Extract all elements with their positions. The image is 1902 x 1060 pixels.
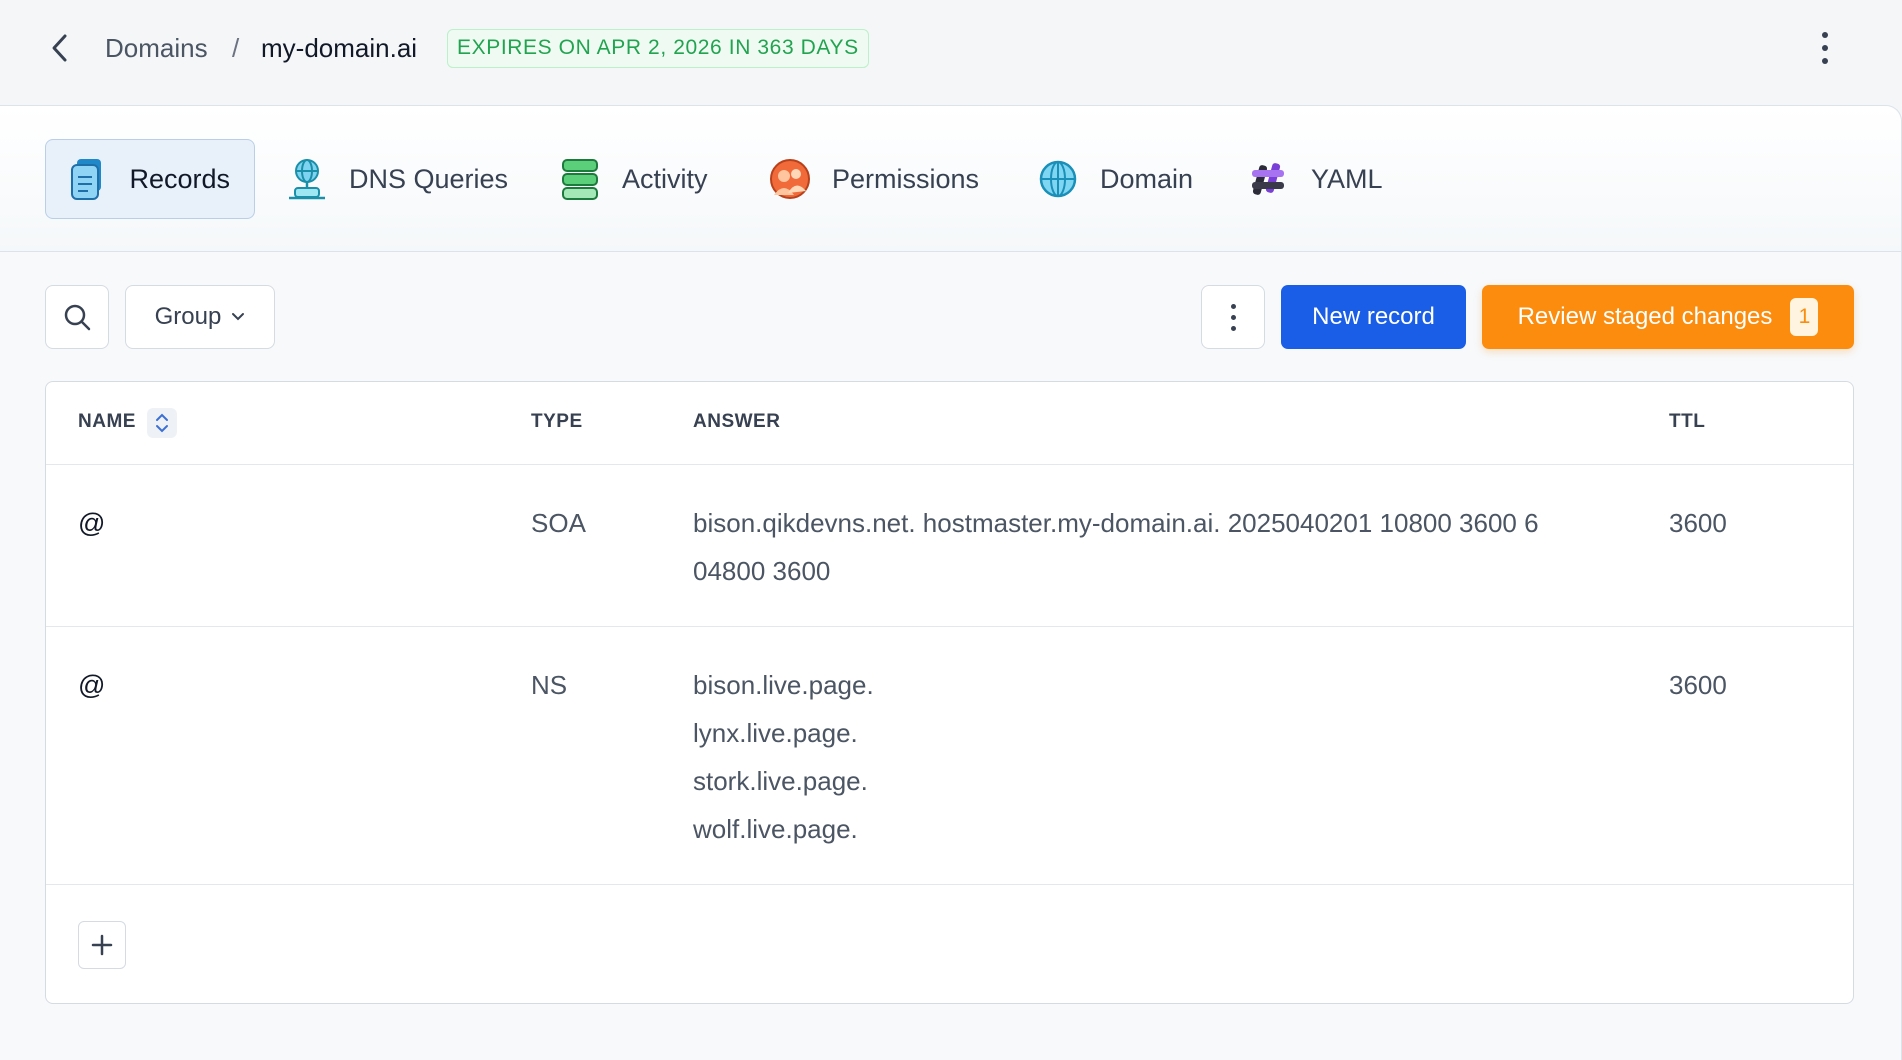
yaml-icon [1247, 157, 1291, 201]
dns-queries-icon [285, 157, 329, 201]
globe-icon [1036, 157, 1080, 201]
tab-label: Activity [622, 163, 708, 194]
column-header-ttl: TTL [1669, 411, 1706, 432]
permissions-icon [768, 157, 812, 201]
dot [1822, 45, 1828, 51]
column-header-answer: ANSWER [693, 411, 781, 432]
tab-label: Records [129, 163, 230, 194]
staged-count-badge: 1 [1790, 298, 1819, 336]
record-answer: bison.live.page. lynx.live.page. stork.l… [693, 661, 874, 853]
main-panel: Records DNS Queries Activity Permissions… [0, 105, 1902, 1060]
record-ttl: 3600 [1669, 508, 1727, 538]
page-more-options-button[interactable] [1807, 28, 1843, 68]
record-type: SOA [531, 508, 586, 538]
activity-icon [558, 157, 602, 201]
tab-activity[interactable]: Activity [538, 139, 732, 219]
answer-line: 04800 3600 [693, 556, 831, 586]
tab-bar: Records DNS Queries Activity Permissions… [0, 106, 1901, 252]
record-type: NS [531, 670, 568, 700]
dot [1822, 58, 1828, 64]
sort-name-button[interactable] [147, 408, 177, 438]
answer-line: stork.live.page. [693, 766, 868, 796]
tab-domain[interactable]: Domain [1016, 139, 1217, 219]
group-label: Group [154, 303, 222, 330]
top-bar: Domains / my-domain.ai EXPIRES ON APR 2,… [0, 0, 1902, 105]
dot [1822, 32, 1828, 38]
tab-label: Permissions [832, 163, 980, 194]
tab-dns-queries[interactable]: DNS Queries [265, 139, 532, 219]
answer-line: lynx.live.page. [693, 718, 858, 748]
table-header: NAME TYPE ANSWER TTL [46, 382, 1853, 465]
breadcrumb-separator: / [232, 33, 240, 63]
tab-label: DNS Queries [349, 163, 509, 194]
back-button[interactable] [44, 28, 76, 68]
expiry-badge: EXPIRES ON APR 2, 2026 IN 363 DAYS [447, 29, 869, 68]
chevron-down-icon [232, 313, 245, 321]
more-actions-button[interactable] [1201, 285, 1265, 349]
record-name: @ [78, 670, 106, 700]
search-icon [64, 304, 91, 331]
answer-line: bison.qikdevns.net. hostmaster.my-domain… [693, 508, 1539, 538]
dot [1230, 303, 1236, 309]
table-row[interactable]: @ SOA bison.qikdevns.net. hostmaster.my-… [46, 465, 1853, 627]
answer-line: bison.live.page. [693, 670, 874, 700]
record-answer: bison.qikdevns.net. hostmaster.my-domain… [693, 499, 1539, 595]
column-header-name: NAME [78, 411, 136, 432]
column-header-type: TYPE [531, 411, 583, 432]
add-record-button[interactable] [78, 921, 126, 969]
tab-label: YAML [1311, 163, 1383, 194]
tab-label: Domain [1100, 163, 1194, 194]
tab-records[interactable]: Records [45, 139, 255, 219]
new-record-button[interactable]: New record [1281, 285, 1466, 349]
breadcrumb-current-domain: my-domain.ai [261, 33, 418, 63]
review-staged-changes-button[interactable]: Review staged changes 1 [1482, 285, 1854, 349]
record-name: @ [78, 508, 106, 538]
search-button[interactable] [45, 285, 109, 349]
sort-icon [156, 413, 168, 433]
records-icon [66, 157, 109, 201]
record-ttl: 3600 [1669, 670, 1727, 700]
breadcrumb-domains-link[interactable]: Domains [105, 30, 208, 66]
review-label: Review staged changes [1517, 303, 1773, 330]
group-dropdown[interactable]: Group [125, 285, 275, 349]
tab-yaml[interactable]: YAML [1227, 139, 1407, 219]
answer-line: wolf.live.page. [693, 814, 858, 844]
dot [1230, 314, 1236, 320]
plus-icon [91, 934, 113, 956]
records-table: NAME TYPE ANSWER TTL @ SOA bison.qikdevn… [45, 381, 1854, 1004]
chevron-left-icon [52, 34, 67, 62]
table-row[interactable]: @ NS bison.live.page. lynx.live.page. st… [46, 627, 1853, 885]
dot [1230, 325, 1236, 331]
tab-permissions[interactable]: Permissions [748, 139, 1003, 219]
